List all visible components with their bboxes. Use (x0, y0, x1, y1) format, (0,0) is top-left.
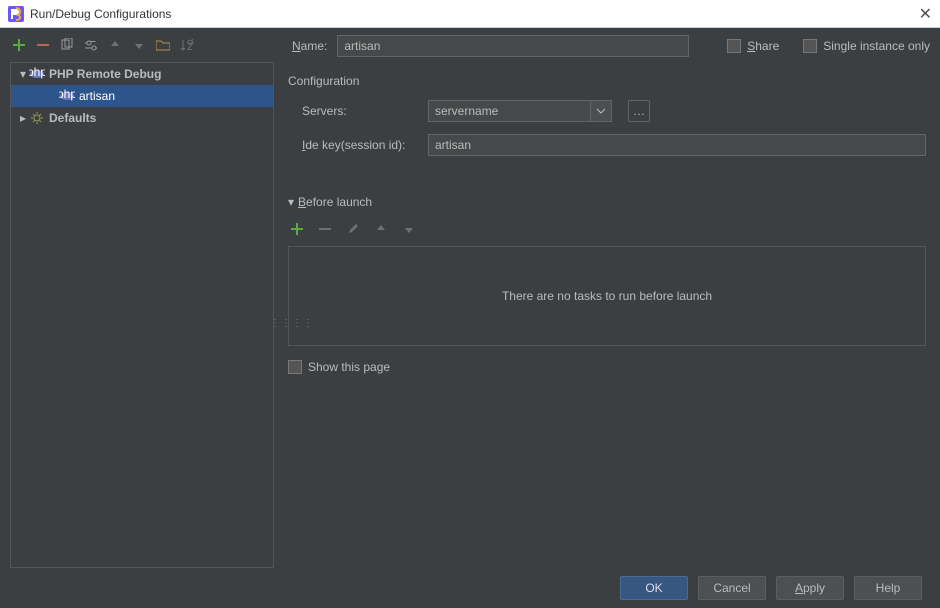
servers-row: Servers: … (288, 100, 926, 122)
php-remote-debug-icon: php (29, 66, 45, 82)
titlebar-left: Run/Debug Configurations (8, 6, 171, 22)
chevron-down-icon[interactable] (590, 100, 612, 122)
svg-text:php: php (59, 89, 75, 101)
close-icon[interactable]: ✕ (919, 4, 932, 24)
show-this-page-checkbox[interactable]: Show this page (288, 360, 390, 374)
empty-tasks-text: There are no tasks to run before launch (502, 289, 712, 303)
servers-label: Servers: (302, 104, 418, 118)
apply-button[interactable]: Apply (776, 576, 844, 600)
titlebar: Run/Debug Configurations ✕ (0, 0, 940, 28)
settings-icon[interactable] (82, 36, 100, 54)
php-remote-debug-icon: php (59, 88, 75, 104)
remove-icon[interactable] (34, 36, 52, 54)
dialog-footer: OK Cancel Apply Help (0, 568, 940, 608)
checkbox-icon (803, 39, 817, 53)
chevron-right-icon: ▸ (17, 111, 29, 125)
servers-combo[interactable] (428, 100, 612, 122)
copy-icon[interactable] (58, 36, 76, 54)
share-checkbox[interactable]: Share (727, 39, 779, 53)
tree-group-label: Defaults (49, 111, 96, 125)
folder-icon[interactable] (154, 36, 172, 54)
tree-item-label: artisan (79, 89, 115, 103)
move-down-icon[interactable] (400, 220, 418, 238)
tree-item-artisan[interactable]: php artisan (11, 85, 273, 107)
before-launch-tasks: There are no tasks to run before launch (288, 246, 926, 346)
window-title: Run/Debug Configurations (30, 7, 171, 21)
content: az Name: Share Single instance only (0, 28, 940, 608)
before-launch-toolbar (288, 220, 926, 238)
main-panel: ⋮⋮⋮⋮ Configuration Servers: … Ide key(se… (274, 62, 940, 568)
tree-toolbar: az (0, 30, 292, 60)
name-input[interactable] (337, 35, 689, 57)
single-instance-checkbox[interactable]: Single instance only (803, 39, 930, 53)
help-button[interactable]: Help (854, 576, 922, 600)
defaults-gear-icon (29, 110, 45, 126)
splitter-grip[interactable]: ⋮⋮⋮⋮ (270, 322, 276, 362)
ide-key-row: Ide key(session id): (288, 134, 926, 156)
tree-group-label: PHP Remote Debug (49, 67, 161, 81)
move-up-icon[interactable] (372, 220, 390, 238)
ide-key-input[interactable] (428, 134, 926, 156)
config-tree[interactable]: ▾ php PHP Remote Debug php artisan ▸ (10, 62, 274, 568)
chevron-down-icon: ▾ (17, 67, 29, 81)
run-debug-config-window: Run/Debug Configurations ✕ (0, 0, 940, 608)
ide-key-label: Ide key(session id): (302, 138, 418, 152)
move-down-icon[interactable] (130, 36, 148, 54)
config-section-title: Configuration (288, 74, 926, 88)
chevron-down-icon: ▾ (288, 195, 294, 209)
servers-value[interactable] (428, 100, 590, 122)
edit-icon[interactable] (344, 220, 362, 238)
phpstorm-icon (8, 6, 24, 22)
move-up-icon[interactable] (106, 36, 124, 54)
checkbox-icon (288, 360, 302, 374)
body-split: ▾ php PHP Remote Debug php artisan ▸ (0, 62, 940, 568)
checkbox-icon (727, 39, 741, 53)
before-launch-header[interactable]: ▾ Before launch (288, 192, 926, 212)
tree-group-php-remote-debug[interactable]: ▾ php PHP Remote Debug (11, 63, 273, 85)
remove-icon[interactable] (316, 220, 334, 238)
sort-icon[interactable]: az (178, 36, 196, 54)
add-icon[interactable] (10, 36, 28, 54)
svg-text:z: z (187, 39, 193, 51)
before-launch-section: ▾ Before launch (288, 192, 926, 374)
add-icon[interactable] (288, 220, 306, 238)
name-label: Name: (292, 39, 327, 53)
servers-browse-button[interactable]: … (628, 100, 650, 122)
ok-button[interactable]: OK (620, 576, 688, 600)
cancel-button[interactable]: Cancel (698, 576, 766, 600)
svg-text:php: php (29, 67, 45, 79)
tree-group-defaults[interactable]: ▸ Defaults (11, 107, 273, 129)
name-row: Name: Share Single instance only (292, 30, 940, 62)
